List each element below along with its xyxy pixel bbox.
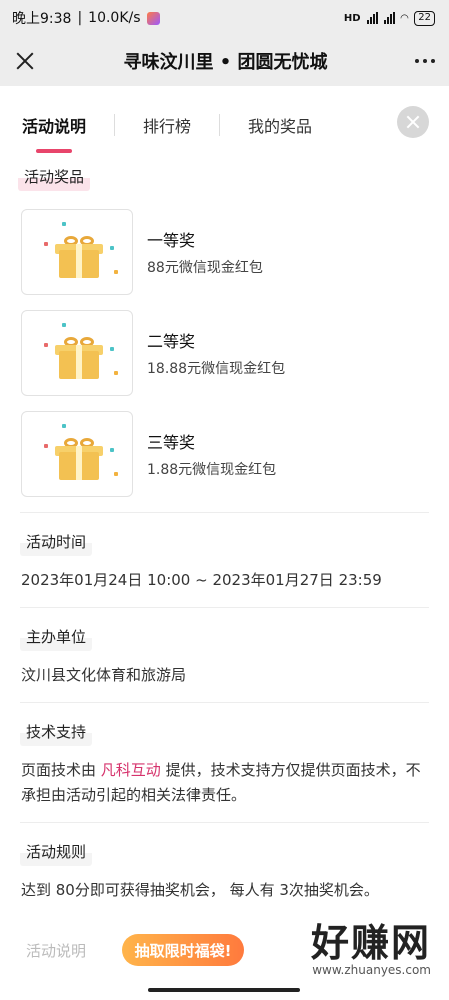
tab-divider: [114, 114, 116, 136]
gift-box-icon: [55, 438, 103, 480]
sheet-close-icon[interactable]: [397, 106, 429, 138]
prize-image: [21, 411, 133, 497]
more-options-icon[interactable]: [414, 59, 435, 63]
hd-label: HD: [343, 12, 361, 24]
gift-box-icon: [55, 236, 103, 278]
prize-list: 一等奖 88元微信现金红包 二等奖 18.88元微信现金红包 三等奖 1.88元…: [0, 209, 449, 497]
time-section-label: 活动时间: [20, 527, 93, 556]
organizer-name: 汶川县文化体育和旅游局: [21, 666, 187, 684]
rules-section: 活动规则 达到 80分即可获得抽奖机会， 每人有 3次抽奖机会。: [0, 823, 449, 917]
site-watermark: 好赚网 www.zhuanyes.com: [311, 912, 431, 977]
status-speed: 10.0K/s: [88, 10, 141, 26]
tab-activity-info[interactable]: 活动说明: [22, 105, 86, 153]
status-bar: 晚上9:38 | 10.0K/s HD ◠ 22: [0, 0, 449, 36]
tech-support-section: 技术支持 页面技术由 凡科互动 提供，技术支持方仅提供页面技术，不承担由活动引起…: [0, 703, 449, 822]
watermark-logo: 好赚网: [310, 921, 431, 965]
prize-desc: 18.88元微信现金红包: [147, 361, 286, 377]
prize-image: [21, 310, 133, 396]
prize-item: 一等奖 88元微信现金红包: [21, 209, 449, 295]
tab-divider: [219, 114, 221, 136]
prize-item: 三等奖 1.88元微信现金红包: [21, 411, 449, 497]
status-time: 晚上9:38: [12, 11, 72, 27]
watermark-url: www.zhuanyes.com: [312, 963, 431, 977]
time-section: 活动时间 2023年01月24日 10:00 ~ 2023年01月27日 23:…: [0, 513, 449, 607]
rules-text: 达到 80分即可获得抽奖机会， 每人有 3次抽奖机会。: [21, 881, 379, 899]
prize-image: [21, 209, 133, 295]
rules-section-label: 活动规则: [20, 837, 93, 866]
close-icon[interactable]: [14, 50, 36, 72]
lucky-bag-button[interactable]: 抽取限时福袋!: [122, 934, 244, 966]
home-indicator[interactable]: [148, 988, 300, 992]
wifi-icon: ◠: [400, 12, 409, 24]
prize-name: 一等奖: [147, 231, 196, 250]
organizer-section: 主办单位 汶川县文化体育和旅游局: [0, 608, 449, 702]
prizes-section-label: 活动奖品: [18, 162, 91, 191]
prize-desc: 1.88元微信现金红包: [147, 462, 277, 478]
app-notification-icon: [146, 11, 160, 25]
page-title: 寻味汶川里 • 团圆无忧城: [123, 52, 328, 73]
faint-activity-label: 活动说明: [26, 942, 87, 960]
prize-name: 二等奖: [147, 332, 196, 351]
activity-sheet: 活动说明 排行榜 我的奖品 活动奖品 一等奖 88元微信现金红包 二等奖 18.…: [0, 86, 449, 1000]
tech-support-text: 页面技术由 凡科互动 提供，技术支持方仅提供页面技术，不承担由活动引起的相关法律…: [21, 761, 421, 804]
tab-leaderboard[interactable]: 排行榜: [143, 105, 191, 145]
signal-icon-2: [383, 12, 395, 24]
battery-icon: 22: [414, 10, 435, 26]
prize-desc: 88元微信现金红包: [147, 260, 263, 276]
title-bar: 寻味汶川里 • 团圆无忧城: [0, 36, 449, 86]
tab-my-prizes[interactable]: 我的奖品: [248, 105, 312, 145]
tab-bar: 活动说明 排行榜 我的奖品: [0, 86, 449, 164]
signal-icon: [366, 12, 378, 24]
tech-section-label: 技术支持: [20, 717, 93, 746]
tech-company-link[interactable]: 凡科互动: [101, 761, 161, 779]
gift-box-icon: [55, 337, 103, 379]
organizer-section-label: 主办单位: [20, 622, 93, 651]
prize-item: 二等奖 18.88元微信现金红包: [21, 310, 449, 396]
activity-time: 2023年01月24日 10:00 ~ 2023年01月27日 23:59: [21, 571, 382, 589]
prize-name: 三等奖: [147, 433, 196, 452]
